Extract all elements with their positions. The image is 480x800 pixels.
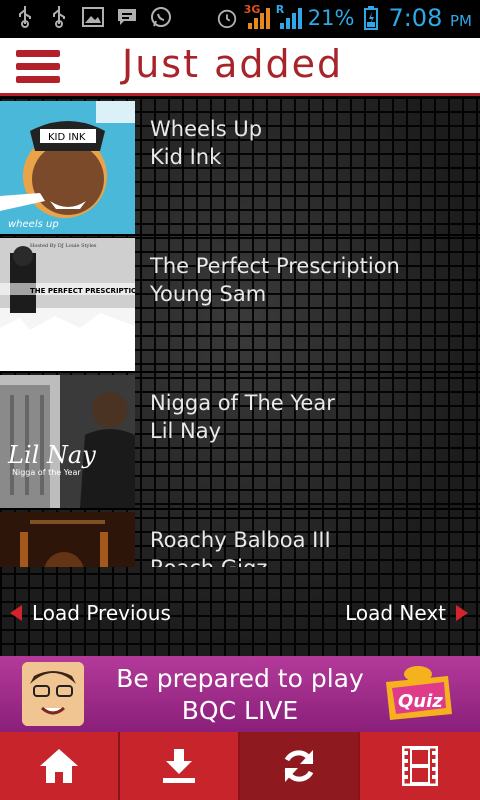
message-icon <box>116 6 138 28</box>
track-item[interactable]: THE PERFECT PRESCRIPTION Hosted By DJ Lo… <box>0 236 480 373</box>
cover-subtitle: Nigga of the Year <box>12 468 81 477</box>
refresh-icon <box>284 750 314 782</box>
bottom-nav <box>0 732 480 800</box>
ad-headline: Be prepared to play <box>116 664 364 693</box>
album-cover: THE PERFECT PRESCRIPTION Hosted By DJ Lo… <box>0 238 135 371</box>
track-title: Nigga of The Year <box>150 391 335 415</box>
usb-icon <box>48 6 70 28</box>
track-item[interactable]: Lil Nay Nigga of the Year Nigga of The Y… <box>0 373 480 510</box>
usb-icon <box>14 6 36 28</box>
track-title: Roachy Balboa III <box>150 528 331 552</box>
film-icon <box>402 746 438 786</box>
battery-percent: 21% <box>307 6 355 30</box>
album-cover <box>0 512 135 567</box>
system-status: 3G R 21% 7:08 PM <box>216 3 472 32</box>
quiz-logo: Quiz <box>378 664 456 726</box>
clock-time: 7:08 <box>388 4 443 32</box>
track-list[interactable]: KID INK wheels up Wheels Up Kid Ink THE … <box>0 99 480 567</box>
cover-subtitle: wheels up <box>8 219 59 230</box>
arrow-left-icon <box>10 605 22 621</box>
arrow-right-icon <box>456 605 468 621</box>
menu-icon[interactable] <box>16 50 60 84</box>
caricature-image <box>22 662 84 726</box>
pagination-bar: Load Previous Load Next <box>0 585 480 645</box>
cover-label: Lil Nay <box>7 441 96 469</box>
ad-subline: BQC LIVE <box>181 696 299 725</box>
home-icon <box>40 749 78 783</box>
album-cover: Lil Nay Nigga of the Year <box>0 375 135 508</box>
battery-icon <box>360 6 382 30</box>
load-next-button[interactable]: Load Next <box>345 601 468 625</box>
track-title: The Perfect Prescription <box>150 254 400 278</box>
refresh-button[interactable] <box>240 732 360 800</box>
content-area: KID INK wheels up Wheels Up Kid Ink THE … <box>0 99 480 656</box>
load-previous-button[interactable]: Load Previous <box>10 601 171 625</box>
page-title: Just added <box>122 42 344 86</box>
load-previous-label: Load Previous <box>32 601 171 625</box>
cover-label: KID INK <box>48 132 86 143</box>
track-artist: Lil Nay <box>150 419 222 443</box>
signal-3g-icon: 3G <box>244 3 270 31</box>
quiz-logo-text: Quiz <box>398 691 443 712</box>
status-bar: 3G R 21% 7:08 PM <box>0 0 480 38</box>
album-cover: KID INK wheels up <box>0 101 135 234</box>
clock: 7:08 PM <box>388 4 472 32</box>
signal-roaming-icon: R <box>276 3 302 31</box>
app-header: Just added <box>0 38 480 96</box>
load-next-label: Load Next <box>345 601 446 625</box>
clock-ampm: PM <box>450 12 472 30</box>
home-button[interactable] <box>0 732 120 800</box>
ad-banner[interactable]: Be prepared to play BQC LIVE Quiz <box>0 656 480 732</box>
cover-label: THE PERFECT PRESCRIPTION <box>30 287 135 295</box>
notification-icons <box>14 6 172 28</box>
track-title: Wheels Up <box>150 117 263 141</box>
track-item[interactable]: Roachy Balboa III Roach Gigz <box>0 510 480 567</box>
download-icon <box>163 749 195 783</box>
track-artist: Roach Gigz <box>150 556 267 567</box>
cover-subtitle: Hosted By DJ Louie Styles <box>30 243 97 249</box>
whatsapp-icon <box>150 6 172 28</box>
videos-button[interactable] <box>360 732 480 800</box>
track-artist: Kid Ink <box>150 145 222 169</box>
image-icon <box>82 6 104 28</box>
track-item[interactable]: KID INK wheels up Wheels Up Kid Ink <box>0 99 480 236</box>
track-artist: Young Sam <box>150 282 267 306</box>
download-button[interactable] <box>120 732 240 800</box>
alarm-icon <box>216 7 238 29</box>
